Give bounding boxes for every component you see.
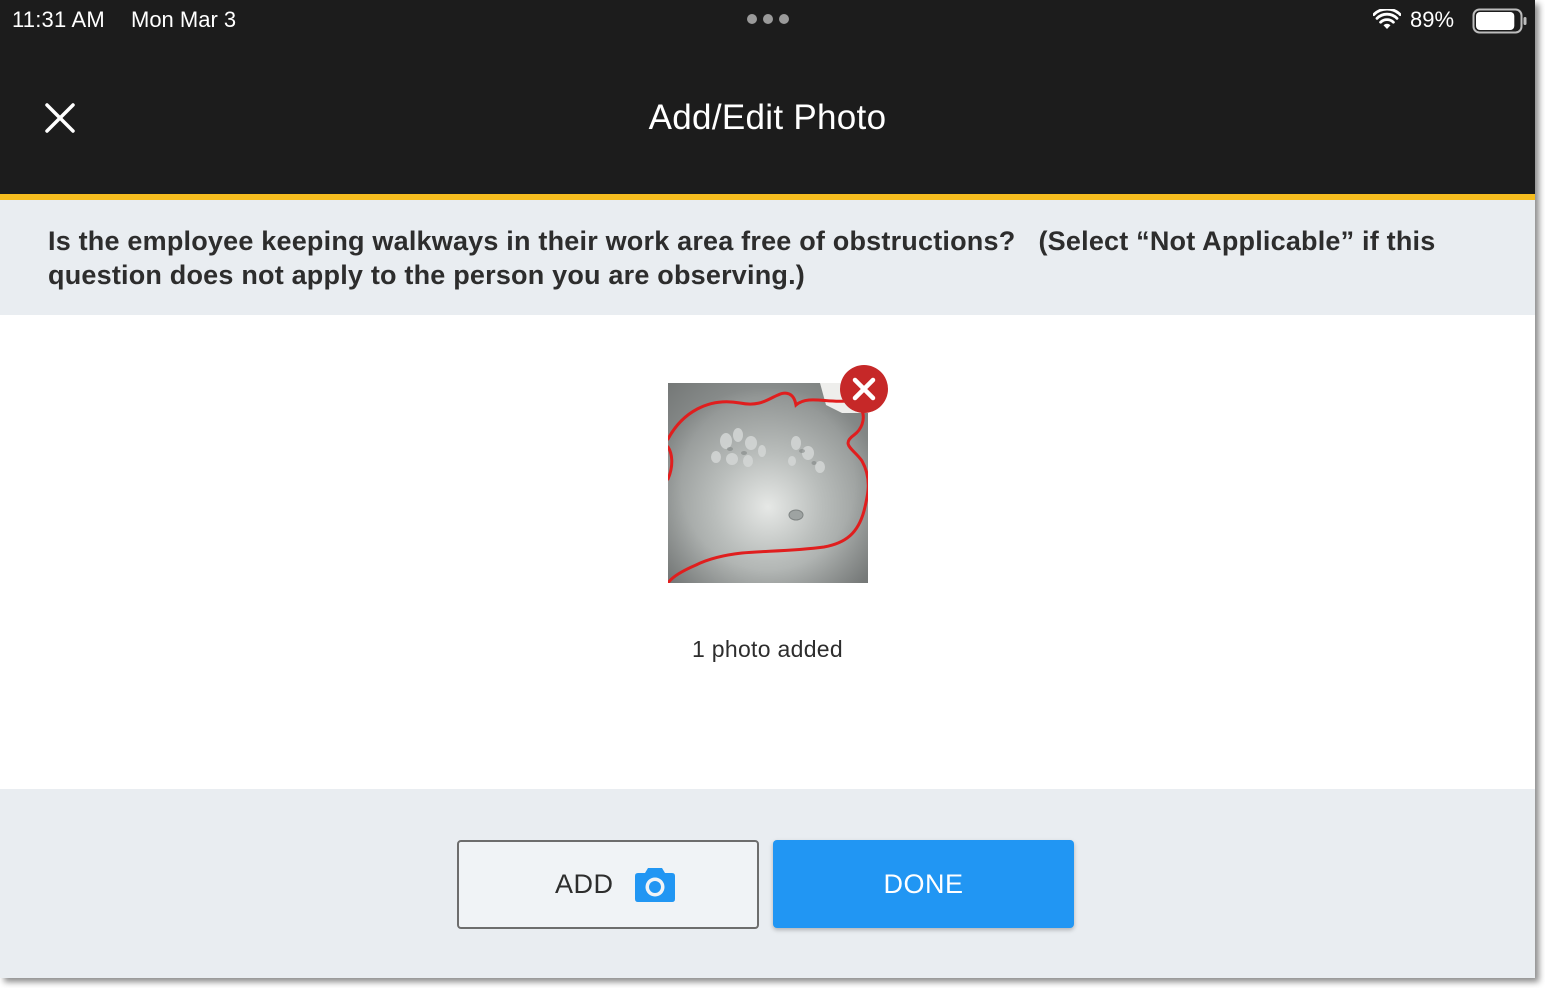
photo-image — [668, 383, 868, 583]
remove-photo-icon[interactable] — [839, 364, 889, 414]
photo-count-label: 1 photo added — [692, 636, 843, 662]
battery-percent: 89% — [1410, 7, 1455, 32]
done-button[interactable]: DONE — [773, 840, 1074, 928]
status-date: Mon Mar 3 — [131, 7, 237, 32]
battery-icon — [1472, 8, 1527, 34]
photo-thumbnail[interactable] — [668, 383, 868, 583]
wifi-icon — [1373, 9, 1401, 29]
status-bar: 11:31 AM Mon Mar 3 89% — [0, 0, 1535, 40]
camera-icon — [635, 868, 675, 902]
add-photo-button[interactable]: ADD — [457, 840, 759, 929]
done-label: DONE — [883, 869, 964, 899]
add-photo-label: ADD — [555, 869, 614, 899]
question-text: Is the employee keeping walkways in thei… — [48, 226, 1444, 290]
footer-bar — [0, 789, 1535, 978]
multitasking-dots-icon[interactable] — [745, 14, 791, 26]
status-time: 11:31 AM — [12, 7, 105, 32]
app-frame: 11:31 AM Mon Mar 3 89% Add/Edit Photo Is… — [0, 0, 1535, 978]
question-banner: Is the employee keeping walkways in thei… — [0, 200, 1535, 315]
page-title: Add/Edit Photo — [648, 98, 887, 137]
